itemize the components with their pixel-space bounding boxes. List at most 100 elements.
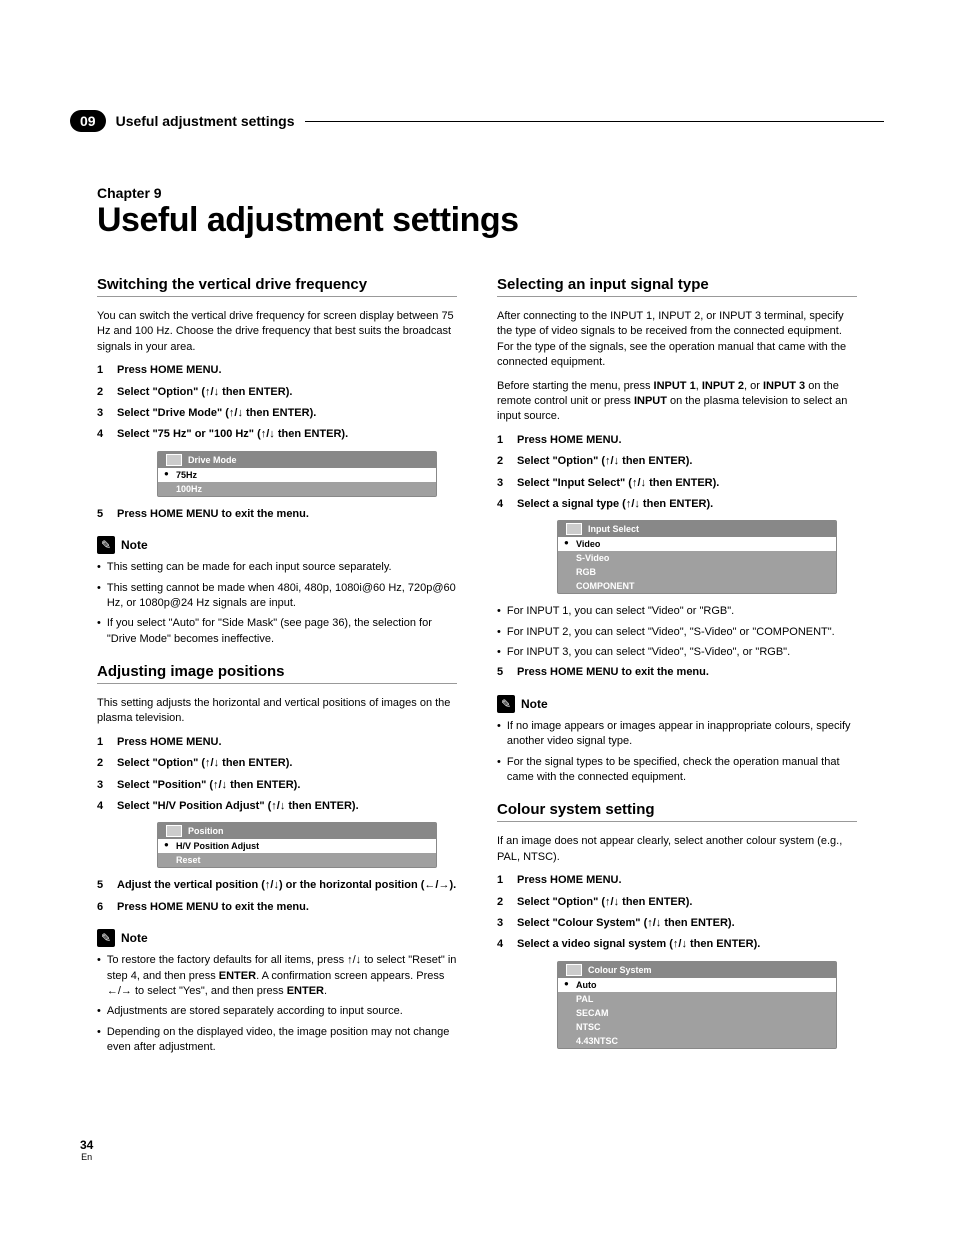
step: 3 Select "Colour System" (↑/↓ then ENTER)… [497, 916, 857, 931]
note-item: This setting can be made for each input … [97, 560, 457, 575]
step-body: Press HOME MENU to exit the menu. [517, 665, 709, 680]
menu-title: Colour System [558, 962, 836, 978]
list-item: For INPUT 2, you can select "Video", "S-… [497, 625, 857, 640]
step-num: 4 [497, 497, 509, 512]
step-num: 5 [97, 507, 109, 522]
section-intro: After connecting to the INPUT 1, INPUT 2… [497, 309, 857, 371]
step: 5Press HOME MENU to exit the menu. [97, 507, 457, 522]
right-column: Selecting an input signal type After con… [497, 260, 857, 1061]
menu-item: Video [558, 537, 836, 551]
section-intro2: Before starting the menu, press INPUT 1,… [497, 379, 857, 425]
note-text: To restore the factory defaults for all … [107, 953, 457, 999]
lang-label: En [80, 1152, 93, 1162]
input-bold: INPUT 2 [702, 380, 744, 392]
note-item: To restore the factory defaults for all … [97, 953, 457, 999]
menu-item: RGB [558, 565, 836, 579]
enter-bold: ENTER [287, 985, 324, 997]
step: 4Select a signal type (↑/↓ then ENTER). [497, 497, 857, 512]
section-heading: Switching the vertical drive frequency [97, 276, 457, 293]
menu-item: 75Hz [158, 468, 436, 482]
t: , or [744, 380, 763, 392]
note-text: Adjustments are stored separately accord… [107, 1004, 403, 1019]
menu-colour-system: Colour System Auto PAL SECAM NTSC 4.43NT… [557, 961, 837, 1049]
section-intro: You can switch the vertical drive freque… [97, 309, 457, 355]
section-heading: Selecting an input signal type [497, 276, 857, 293]
section-rule [97, 296, 457, 297]
step-num: 2 [97, 385, 109, 400]
section-rule [497, 296, 857, 297]
step-num: 4 [97, 799, 109, 814]
step-num: 1 [97, 363, 109, 378]
t: Before starting the menu, press [497, 380, 654, 392]
step-body: Press HOME MENU. [117, 363, 222, 378]
t: For INPUT 2, you can select "Video", "S-… [507, 625, 835, 640]
note-text: This setting cannot be made when 480i, 4… [107, 581, 457, 612]
step-num: 6 [97, 900, 109, 915]
menu-position: Position H/V Position Adjust Reset [157, 822, 437, 868]
note-text: If no image appears or images appear in … [507, 719, 857, 750]
step: 3Select "Input Select" (↑/↓ then ENTER). [497, 476, 857, 491]
step: 1Press HOME MENU. [497, 433, 857, 448]
menu-title: Input Select [558, 521, 836, 537]
menu-item: Reset [158, 853, 436, 867]
step-body: Adjust the vertical position (↑/↓) or th… [117, 878, 456, 893]
note-head: ✎ Note [97, 536, 457, 554]
step-body: Select "Option" (↑/↓ then ENTER). [517, 895, 692, 910]
chapter-title: Useful adjustment settings [97, 201, 519, 240]
section-rule [97, 683, 457, 684]
header-rule [305, 121, 885, 122]
input-bold: INPUT [634, 395, 667, 407]
list-item: For INPUT 3, you can select "Video", "S-… [497, 645, 857, 660]
step: 4Select a video signal system (↑/↓ then … [497, 937, 857, 952]
note-text: This setting can be made for each input … [107, 560, 392, 575]
step-num: 2 [497, 454, 509, 469]
t: For INPUT 3, you can select "Video", "S-… [507, 645, 790, 660]
note-item: For the signal types to be specified, ch… [497, 755, 857, 786]
menu-item: COMPONENT [558, 579, 836, 593]
menu-title: Position [158, 823, 436, 839]
step-num: 4 [497, 937, 509, 952]
pencil-icon: ✎ [497, 695, 515, 713]
step-body: Select "Option" (↑/↓ then ENTER). [117, 385, 292, 400]
section-heading: Adjusting image positions [97, 663, 457, 680]
step: 4 Select "75 Hz" or "100 Hz" (↑/↓ then EN… [97, 427, 457, 442]
left-column: Switching the vertical drive frequency Y… [97, 260, 457, 1061]
page-number: 34 [80, 1138, 93, 1152]
step-num: 3 [497, 916, 509, 931]
note-item: Depending on the displayed video, the im… [97, 1025, 457, 1056]
note-label: Note [121, 538, 148, 552]
step: 1 Press HOME MENU. [97, 363, 457, 378]
step: 3Select "Drive Mode" (↑/↓ then ENTER). [97, 406, 457, 421]
step: 2 Select "Option" (↑/↓ then ENTER). [497, 895, 857, 910]
step-num: 1 [97, 735, 109, 750]
step: 5Adjust the vertical position (↑/↓) or t… [97, 878, 457, 893]
section-rule [497, 821, 857, 822]
step: 1 Press HOME MENU. [97, 735, 457, 750]
step-body: Select "75 Hz" or "100 Hz" (↑/↓ then ENT… [117, 427, 348, 442]
pencil-icon: ✎ [97, 929, 115, 947]
chapter-header-title: Useful adjustment settings [116, 113, 295, 129]
menu-item: S-Video [558, 551, 836, 565]
step-body: Press HOME MENU. [117, 735, 222, 750]
note-text: Depending on the displayed video, the im… [107, 1025, 457, 1056]
step-body: Select "Colour System" (↑/↓ then ENTER). [517, 916, 735, 931]
chapter-label: Chapter 9 [97, 185, 519, 201]
step-num: 2 [497, 895, 509, 910]
note-head: ✎ Note [497, 695, 857, 713]
step-num: 2 [97, 756, 109, 771]
step: 2Select "Option" (↑/↓ then ENTER). [497, 454, 857, 469]
step: 6 Press HOME MENU to exit the menu. [97, 900, 457, 915]
note-item: If no image appears or images appear in … [497, 719, 857, 750]
t: For INPUT 1, you can select "Video" or "… [507, 604, 734, 619]
menu-item: H/V Position Adjust [158, 839, 436, 853]
step-body: Select "Input Select" (↑/↓ then ENTER). [517, 476, 719, 491]
step-num: 4 [97, 427, 109, 442]
note-text: For the signal types to be specified, ch… [507, 755, 857, 786]
step-num: 1 [497, 873, 509, 888]
step-body: Select "H/V Position Adjust" (↑/↓ then E… [117, 799, 359, 814]
step: 4 Select "H/V Position Adjust" (↑/↓ then … [97, 799, 457, 814]
menu-item: 100Hz [158, 482, 436, 496]
step: 2Select "Option" (↑/↓ then ENTER). [97, 756, 457, 771]
input-bold: INPUT 1 [654, 380, 696, 392]
step-body: Press HOME MENU to exit the menu. [117, 900, 309, 915]
